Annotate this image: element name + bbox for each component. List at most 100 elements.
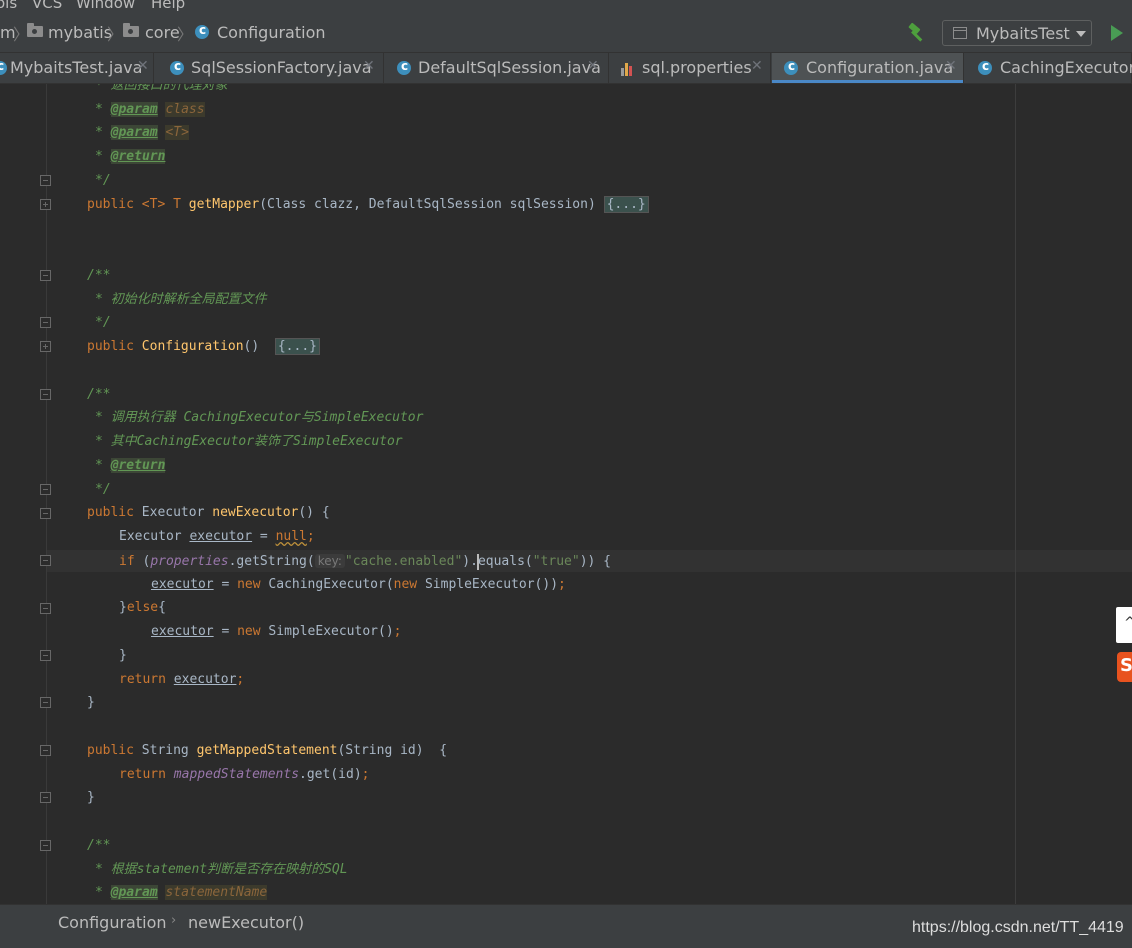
class-icon [170, 59, 184, 75]
code-line: return mappedStatements.get(id); [119, 767, 370, 782]
navigation-bar: m 〉 mybatis 〉 core 〉 Configuration Mybai… [0, 12, 1132, 53]
code-line: */ [95, 173, 111, 188]
code-line: * @param statementName [95, 885, 268, 900]
fold-marker[interactable] [40, 840, 51, 851]
class-icon [784, 59, 798, 75]
fold-marker[interactable] [40, 199, 51, 210]
input-method-logo-icon[interactable]: S [1117, 652, 1132, 682]
fold-marker[interactable] [40, 317, 51, 328]
code-line: public String getMappedStatement(String … [87, 743, 448, 758]
class-icon [0, 59, 7, 75]
menu-vcs[interactable]: VCS [32, 0, 62, 12]
tab-label: DefaultSqlSession.java [418, 58, 601, 77]
folder-icon [27, 23, 43, 37]
code-line: * 根据statement判断是否存在映射的SQL [95, 862, 348, 877]
code-line: * @param class [95, 102, 205, 117]
tab-label: SqlSessionFactory.java [191, 58, 372, 77]
run-icon[interactable] [1111, 25, 1123, 41]
close-icon[interactable]: ✕ [945, 58, 957, 74]
tab-label: sql.properties [642, 58, 752, 77]
code-line: Executor executor = null; [119, 529, 315, 544]
run-config-icon [953, 27, 967, 39]
folder-icon [123, 23, 139, 37]
code-line: * @return [95, 149, 166, 164]
breadcrumb-separator: 〉 [177, 25, 194, 44]
tab-defaultsqlsession[interactable]: DefaultSqlSession.java ✕ [385, 53, 609, 83]
editor-breadcrumb-bar: Configuration › newExecutor() https://bl… [0, 904, 1132, 948]
chevron-up-icon: ^ [1124, 615, 1132, 631]
menu-help[interactable]: Help [151, 0, 185, 12]
breadcrumb-separator: › [171, 913, 177, 928]
breadcrumb-class[interactable]: Configuration [58, 913, 167, 932]
code-line: /** [87, 387, 111, 402]
fold-marker[interactable] [40, 650, 51, 661]
breadcrumb-separator: 〉 [107, 25, 124, 44]
code-line: /** [87, 268, 111, 283]
menu-bar: ols VCS Window Help [0, 0, 1132, 12]
fold-marker[interactable] [40, 508, 51, 519]
code-line: * 初始化时解析全局配置文件 [95, 292, 267, 307]
tab-sqlsessionfactory[interactable]: SqlSessionFactory.java ✕ [155, 53, 384, 83]
code-line: /** [87, 838, 111, 853]
code-line: public Executor newExecutor() { [87, 505, 330, 520]
class-icon [195, 23, 209, 39]
right-margin-guide [1015, 84, 1016, 904]
code-line: public <T> T getMapper(Class clazz, Defa… [87, 194, 649, 216]
build-hammer-icon[interactable] [906, 22, 928, 44]
close-icon[interactable]: ✕ [137, 58, 149, 74]
folded-code-block[interactable]: {...} [603, 196, 649, 213]
code-editor[interactable]: * 返回接口的代理对象 * @param class * @param <T> … [0, 84, 1132, 904]
close-icon[interactable]: ✕ [587, 58, 599, 74]
properties-file-icon [621, 60, 635, 76]
code-line: */ [95, 482, 111, 497]
code-line: } [87, 695, 95, 710]
floating-toolbar-widget[interactable]: ^ [1116, 607, 1132, 643]
tab-label: Configuration.java [806, 58, 954, 77]
code-line: public Configuration() {...} [87, 336, 320, 358]
fold-marker[interactable] [40, 175, 51, 186]
class-icon [397, 59, 411, 75]
editor-tab-bar: MybaitsTest.java ✕ SqlSessionFactory.jav… [0, 53, 1132, 84]
tab-sql-properties[interactable]: sql.properties ✕ [610, 53, 771, 83]
tab-label: MybaitsTest.java [10, 58, 143, 77]
code-line: * @return [95, 458, 166, 473]
code-line-current: if (properties.getString(key: "cache.enab… [119, 553, 612, 570]
fold-marker[interactable] [40, 792, 51, 803]
code-line: }else{ [119, 600, 166, 615]
code-line: */ [95, 315, 111, 330]
close-icon[interactable]: ✕ [363, 58, 375, 74]
run-configuration-dropdown[interactable]: MybaitsTest [942, 20, 1092, 46]
code-line: } [119, 648, 127, 663]
menu-tools[interactable]: ols [0, 0, 17, 12]
close-icon[interactable]: ✕ [751, 58, 763, 74]
fold-marker[interactable] [40, 555, 51, 566]
fold-marker[interactable] [40, 389, 51, 400]
tab-label: CachingExecutor.ja [1000, 58, 1132, 77]
breadcrumb-method[interactable]: newExecutor() [188, 913, 304, 932]
code-line: * 调用执行器 CachingExecutor与SimpleExecutor [95, 410, 424, 425]
code-line: executor = new CachingExecutor(new Simpl… [151, 577, 566, 592]
tab-configuration[interactable]: Configuration.java ✕ [772, 53, 964, 83]
fold-marker[interactable] [40, 484, 51, 495]
code-line: * 返回接口的代理对象 [95, 84, 228, 93]
chevron-down-icon [1076, 31, 1086, 37]
fold-marker[interactable] [40, 603, 51, 614]
breadcrumb-mybatis[interactable]: mybatis [48, 23, 112, 42]
breadcrumb-configuration[interactable]: Configuration [217, 23, 326, 42]
class-icon [978, 59, 992, 75]
breadcrumb-core[interactable]: core [145, 23, 180, 42]
parameter-hint: key: [314, 554, 345, 568]
code-line: * @param <T> [95, 125, 189, 140]
tab-cachingexecutor[interactable]: CachingExecutor.ja [965, 53, 1132, 83]
code-line: } [87, 790, 95, 805]
fold-marker[interactable] [40, 341, 51, 352]
fold-marker[interactable] [40, 745, 51, 756]
fold-marker[interactable] [40, 697, 51, 708]
folded-code-block[interactable]: {...} [274, 338, 320, 355]
code-line: return executor; [119, 672, 245, 687]
menu-window[interactable]: Window [76, 0, 135, 12]
fold-marker[interactable] [40, 270, 51, 281]
watermark-text: https://blog.csdn.net/TT_4419 [912, 919, 1124, 936]
tab-mybaitstest[interactable]: MybaitsTest.java ✕ [0, 53, 154, 83]
run-configuration-label: MybaitsTest [976, 24, 1070, 43]
